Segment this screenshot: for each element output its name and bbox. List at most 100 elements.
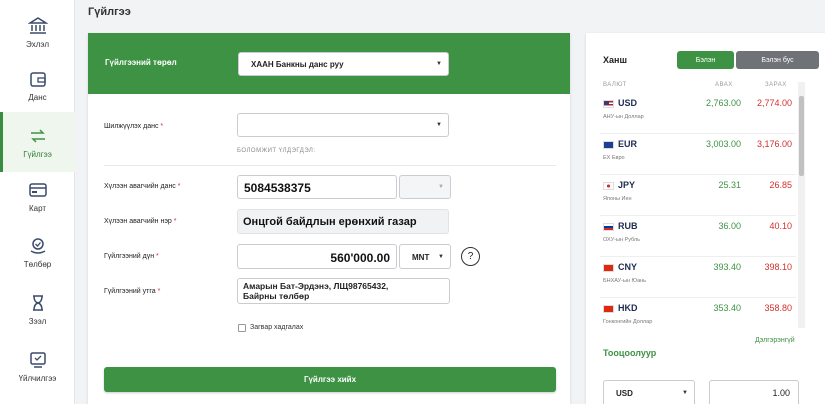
transfer-type-label: Гүйлгээний төрөл [105, 58, 177, 67]
save-template-checkbox[interactable] [238, 324, 246, 332]
required-mark: * [157, 288, 161, 295]
sidebar-item-label: Үйлчилгээ [18, 373, 57, 383]
payment-icon [30, 237, 45, 254]
required-mark: * [177, 183, 181, 190]
table-row: JPY Японы Иен 25.31 26.85 [600, 175, 796, 216]
sidebar-item-label: Эхлэл [26, 39, 49, 49]
transfer-type-select[interactable]: ХААН Банкны данс руу ▼ [238, 52, 449, 76]
chevron-down-icon: ▼ [436, 61, 442, 67]
currency-name: АНУ-ын Доллар [603, 114, 644, 120]
column-header-currency: ВАЛЮТ [603, 82, 627, 88]
help-icon-glyph: ? [467, 251, 474, 262]
sidebar-item-label: Зээл [28, 316, 47, 326]
sidebar-item-label: Данс [28, 92, 47, 102]
chevron-down-icon: ▼ [682, 389, 688, 396]
amount-label-text: Гүйлгээний дүн [104, 253, 155, 260]
currency-name: Гонконгийн Доллар [603, 319, 653, 325]
buy-rate: 3,003.00 [705, 139, 741, 149]
toggle-noncash-button[interactable]: Бэлэн бус [736, 51, 819, 69]
services-icon [29, 351, 46, 368]
amount-value: 560'000.00 [330, 251, 390, 265]
currency-name: БНХАУ-ын Юань [603, 278, 647, 284]
amount-label: Гүйлгээний дүн * [104, 253, 159, 260]
description-label: Гүйлгээний утга * [104, 288, 160, 295]
currency-code: JPY [618, 180, 636, 190]
sidebar-item-payment[interactable]: Төлбөр [0, 224, 75, 280]
help-icon[interactable]: ? [461, 247, 480, 266]
transfer-icon [30, 128, 45, 143]
sell-rate: 2,774.00 [756, 98, 792, 108]
currency-code: CNY [618, 262, 638, 272]
description-input[interactable]: Амарын Бат-Эрдэнэ, ЛЩ98765432, Байрны тө… [237, 278, 450, 304]
calculator-amount-value: 1.00 [772, 388, 790, 398]
sidebar-item-label: Төлбөр [23, 259, 52, 269]
receiver-account-value: 5084538375 [244, 181, 311, 195]
sidebar-item-transactions[interactable]: Гүйлгээ [0, 112, 75, 172]
table-row: EUR EX Евро 3,003.00 3,176.00 [600, 134, 796, 175]
currency-value: MNT [412, 253, 430, 262]
sidebar-item-services[interactable]: Үйлчилгээ [0, 338, 75, 394]
sell-rate: 40.10 [769, 221, 792, 231]
loan-icon [32, 294, 43, 311]
required-mark: * [156, 253, 159, 260]
sidebar-item-loan[interactable]: Зээл [0, 281, 75, 337]
calculator-amount-input[interactable]: 1.00 [709, 380, 799, 404]
from-account-label-text: Шилжүүлэх данс [104, 123, 159, 130]
sell-rate: 358.80 [764, 303, 792, 313]
sidebar-item-accounts[interactable]: Данс [0, 57, 75, 113]
russia-flag-icon [603, 223, 614, 231]
chevron-down-icon: ▼ [438, 253, 444, 260]
exchange-rate-title: Ханш [603, 55, 627, 65]
eu-flag-icon [603, 141, 614, 149]
currency-name: EX Евро [603, 155, 625, 161]
chevron-down-icon: ▼ [438, 184, 444, 190]
bank-icon [27, 16, 48, 34]
transfer-type-value: ХААН Банкны данс руу [251, 60, 344, 69]
receiver-account-input[interactable]: 5084538375 [237, 175, 397, 199]
receiver-bank-select[interactable]: ▼ [399, 175, 451, 199]
china-flag-icon [603, 264, 614, 272]
currency-name: Японы Иен [603, 196, 632, 202]
rates-detail-link[interactable]: Дэлгэрэнгүй [755, 337, 795, 344]
japan-flag-icon [603, 182, 614, 190]
required-mark: * [173, 218, 177, 225]
transfer-form-card: Гүйлгээний төрөл ХААН Банкны данс руу ▼ … [88, 33, 570, 404]
toggle-cash-button[interactable]: Бэлэн [677, 51, 734, 69]
from-account-select[interactable]: ▼ [237, 113, 449, 137]
receiver-name-label-text: Хүлээн авагчийн нэр [104, 218, 172, 225]
sell-rate: 26.85 [769, 180, 792, 190]
currency-select[interactable]: MNT ▼ [399, 244, 451, 269]
calculator-currency-select[interactable]: USD ▼ [603, 380, 695, 404]
receiver-account-label: Хүлээн авагчийн данс * [104, 183, 181, 190]
table-row: RUB ОХУ-ын Рубль 36.00 40.10 [600, 216, 796, 257]
sidebar: Эхлэл Данс Гүйлгээ Карт Төлбөр Зээл Үйлч… [0, 0, 75, 404]
description-value: Амарын Бат-Эрдэнэ, ЛЩ98765432, Байрны тө… [243, 281, 389, 301]
from-account-label: Шилжүүлэх данс * [104, 123, 163, 130]
sidebar-item-label: Карт [28, 203, 47, 213]
buy-rate: 393.40 [713, 262, 741, 272]
transfer-type-header: Гүйлгээний төрөл ХААН Банкны данс руу ▼ [88, 33, 570, 94]
sell-rate: 3,176.00 [756, 139, 792, 149]
available-balance-label: БОЛОМЖИТ ҮЛДЭГДЭЛ: [237, 148, 316, 154]
buy-rate: 25.31 [718, 180, 741, 190]
buy-rate: 2,763.00 [705, 98, 741, 108]
currency-code: EUR [618, 139, 638, 149]
save-template-label: Загвар хадгалах [250, 324, 304, 331]
column-header-buy: АВАХ [715, 82, 733, 88]
receiver-account-label-text: Хүлээн авагчийн данс [104, 183, 176, 190]
rates-scrollbar-thumb[interactable] [799, 96, 804, 176]
sidebar-item-home[interactable]: Эхлэл [0, 4, 75, 60]
calculator-currency-value: USD [616, 389, 633, 398]
sidebar-item-card[interactable]: Карт [0, 168, 75, 224]
page-title: Гүйлгээ [88, 6, 131, 18]
receiver-name-label: Хүлээн авагчийн нэр * [104, 218, 176, 225]
currency-code: USD [618, 98, 638, 108]
submit-transfer-button[interactable]: Гүйлгээ хийх [104, 367, 556, 392]
amount-input[interactable]: 560'000.00 [237, 244, 397, 269]
sell-rate: 398.10 [764, 262, 792, 272]
card-icon [28, 182, 47, 197]
chevron-down-icon: ▼ [436, 122, 442, 128]
divider [104, 165, 556, 166]
wallet-icon [29, 71, 46, 87]
buy-rate: 353.40 [713, 303, 741, 313]
